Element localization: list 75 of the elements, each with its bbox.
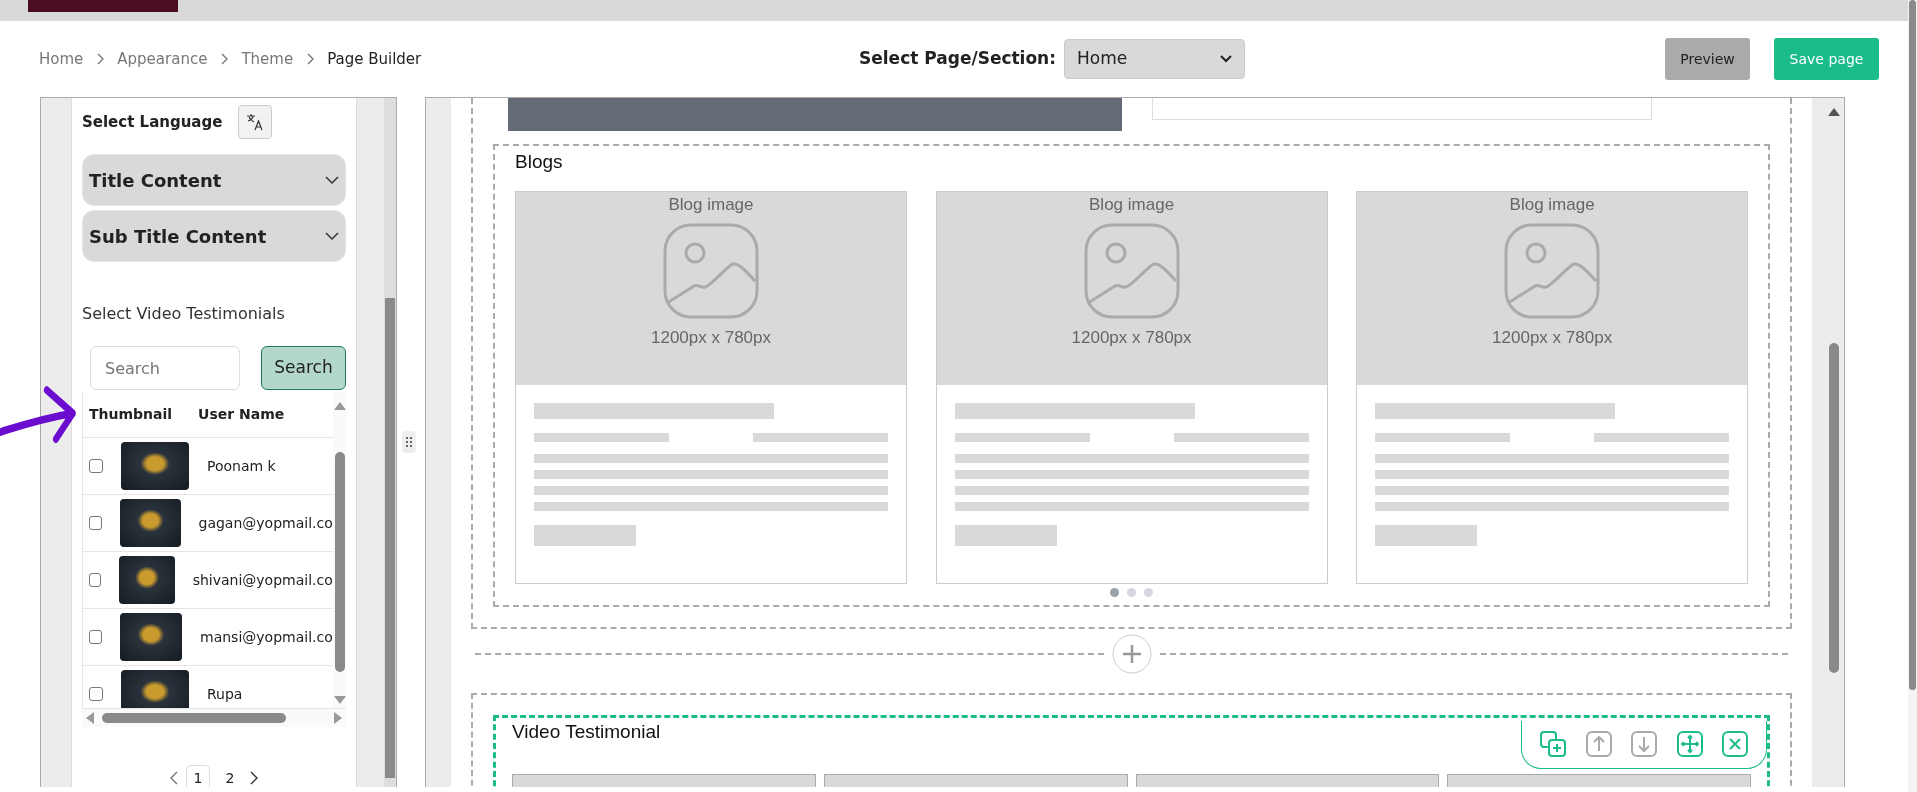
checkbox[interactable] (89, 516, 102, 530)
carousel-dot[interactable] (1144, 587, 1154, 597)
section-title: Blogs (515, 150, 564, 174)
language-label: Select Language (82, 111, 223, 133)
chevron-down-icon (325, 175, 339, 185)
scrollbar-thumb[interactable] (1829, 343, 1840, 673)
chevron-right-icon (95, 53, 106, 65)
table-cell-text: Rupa (207, 684, 243, 704)
photo-placeholder (121, 442, 189, 490)
photo-placeholder (118, 556, 175, 604)
image-size: 1200px x 780px (1071, 327, 1192, 349)
photo-placeholder (121, 670, 189, 708)
scrollbar[interactable] (332, 392, 346, 708)
table-cell-text: shivani@yopmail.co (192, 570, 333, 590)
accordion-header[interactable]: Title Content (82, 154, 346, 206)
photo-placeholder (119, 499, 181, 547)
image-label: Blog image (1089, 193, 1175, 216)
scrollbar-thumb[interactable] (1909, 0, 1916, 690)
page-link[interactable]: 1 (186, 765, 210, 787)
breadcrumb-link[interactable]: Home (39, 47, 84, 71)
checkbox[interactable] (89, 630, 102, 644)
grip-icon (406, 437, 412, 447)
checkbox[interactable] (89, 687, 103, 701)
duplicate-icon[interactable] (1538, 730, 1567, 758)
translate-button[interactable] (238, 105, 273, 139)
move-icon[interactable] (1675, 730, 1704, 758)
move-up-icon[interactable] (1584, 730, 1613, 758)
breadcrumb-link[interactable]: Theme (241, 47, 294, 71)
image-size: 1200px x 780px (650, 327, 771, 349)
search-button[interactable]: Search (261, 346, 346, 390)
breadcrumb-link[interactable]: Appearance (117, 47, 208, 71)
scroll-left-icon[interactable] (86, 712, 94, 724)
breadcrumb-current: Page Builder (327, 48, 422, 70)
video-testimonial-section[interactable]: Video Testimonial (493, 714, 1771, 787)
scrollbar-thumb[interactable] (102, 713, 286, 723)
page-select-label: Select Page/Section: (859, 47, 1057, 71)
blogs-section[interactable]: Blogs Blog image 1200px x 780px Blog image 1200px x 780px Blog image 1200px x 780px (493, 144, 1771, 607)
table-cell-text: Poonam k (207, 456, 276, 476)
scroll-down-icon (333, 696, 346, 704)
chevron-left-icon[interactable] (170, 771, 178, 785)
scroll-up-icon (1828, 108, 1841, 116)
close-icon[interactable] (1721, 730, 1750, 758)
image-size: 1200px x 780px (1492, 327, 1613, 349)
preview-button[interactable]: Preview (1665, 38, 1750, 80)
table-cell-text: mansi@yopmail.co (200, 627, 333, 647)
image-label: Blog image (668, 193, 754, 216)
chevron-right-icon[interactable] (250, 771, 258, 785)
carousel-dot[interactable] (1127, 587, 1137, 597)
section-label: Select Video Testimonials (82, 303, 286, 325)
column-header: Thumbnail (89, 405, 173, 424)
image-label: Blog image (1509, 193, 1595, 216)
image-icon (1502, 221, 1603, 321)
section-title: Video Testimonial (512, 719, 661, 744)
page-link[interactable]: 2 (218, 765, 242, 787)
scroll-up-icon (333, 402, 346, 410)
chevron-down-icon (325, 231, 339, 241)
image-icon (661, 221, 761, 321)
scroll-right-icon[interactable] (334, 712, 342, 724)
accordion-header[interactable]: Sub Title Content (82, 210, 346, 262)
checkbox[interactable] (89, 459, 103, 473)
carousel-dot[interactable] (1110, 587, 1120, 597)
horizontal-scrollbar[interactable] (82, 709, 346, 727)
chevron-right-icon (219, 53, 230, 65)
checkbox[interactable] (89, 573, 101, 587)
caret-icon (1220, 55, 1233, 63)
column-header: User Name (198, 405, 285, 424)
chevron-right-icon (305, 53, 316, 65)
scrollbar-thumb[interactable] (385, 298, 395, 778)
table-cell-text: gagan@yopmail.co (198, 513, 333, 533)
add-section-icon[interactable] (1111, 633, 1152, 674)
move-down-icon[interactable] (1630, 730, 1659, 758)
drag-handle[interactable] (402, 431, 416, 453)
search-field[interactable]: Search (90, 346, 240, 390)
page-select[interactable]: Home (1064, 39, 1246, 79)
photo-placeholder (119, 613, 183, 661)
